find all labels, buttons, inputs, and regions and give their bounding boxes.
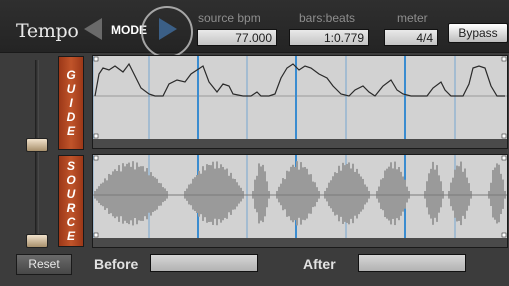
upper-slider-handle[interactable]: [26, 138, 48, 153]
bars-beats-label: bars:beats: [299, 11, 356, 25]
panel-footer-strip: [93, 238, 507, 247]
meter-field[interactable]: 4/4: [384, 29, 438, 46]
guide-letter: E: [66, 124, 75, 138]
slider-track[interactable]: [35, 60, 39, 246]
meter-label: meter: [397, 11, 428, 25]
guide-letter: D: [66, 110, 76, 124]
mode-highlight-ring: [141, 6, 193, 58]
guide-label: GUIDE: [58, 56, 84, 150]
lower-slider-handle[interactable]: [26, 234, 48, 248]
corner-handle-icon: [501, 155, 507, 161]
corner-handle-icon: [501, 133, 507, 139]
bypass-button[interactable]: Bypass: [448, 23, 508, 43]
corner-handle-icon: [501, 232, 507, 238]
corner-handle-icon: [93, 133, 99, 139]
source-panel[interactable]: [92, 154, 508, 248]
before-field[interactable]: [150, 254, 258, 272]
after-label: After: [303, 256, 336, 272]
plugin-header: Tempo MODE source bpm 77.000 bars:beats …: [0, 0, 509, 58]
guide-curve-graph: [93, 56, 507, 148]
source-bpm-field[interactable]: 77.000: [197, 29, 277, 46]
panel-footer-strip: [93, 139, 507, 148]
guide-panel[interactable]: [92, 55, 508, 149]
source-label: SOURCE: [58, 155, 84, 247]
plugin-title: Tempo: [16, 20, 79, 42]
source-letter: E: [66, 229, 75, 243]
tempo-plugin: Tempo MODE source bpm 77.000 bars:beats …: [0, 0, 509, 286]
bars-beats-field[interactable]: 1:0.779: [289, 29, 369, 46]
guide-letter: I: [69, 96, 73, 110]
mode-prev-arrow-icon[interactable]: [84, 18, 102, 40]
reset-button[interactable]: Reset: [16, 254, 72, 275]
guide-letter: U: [66, 82, 76, 96]
source-letter: U: [66, 187, 76, 201]
source-bpm-label: source bpm: [198, 11, 261, 25]
guide-curve: [94, 62, 505, 97]
corner-handle-icon: [93, 155, 99, 161]
source-letter: S: [66, 159, 75, 173]
corner-handle-icon: [501, 56, 507, 62]
guide-letter: G: [66, 68, 76, 82]
after-field[interactable]: [358, 254, 466, 272]
corner-handle-icon: [93, 56, 99, 62]
source-letter: R: [66, 201, 76, 215]
source-letter: O: [66, 173, 76, 187]
source-letter: C: [66, 215, 76, 229]
corner-handle-icon: [93, 232, 99, 238]
source-waveform-graph: [93, 155, 507, 247]
before-label: Before: [94, 256, 139, 272]
